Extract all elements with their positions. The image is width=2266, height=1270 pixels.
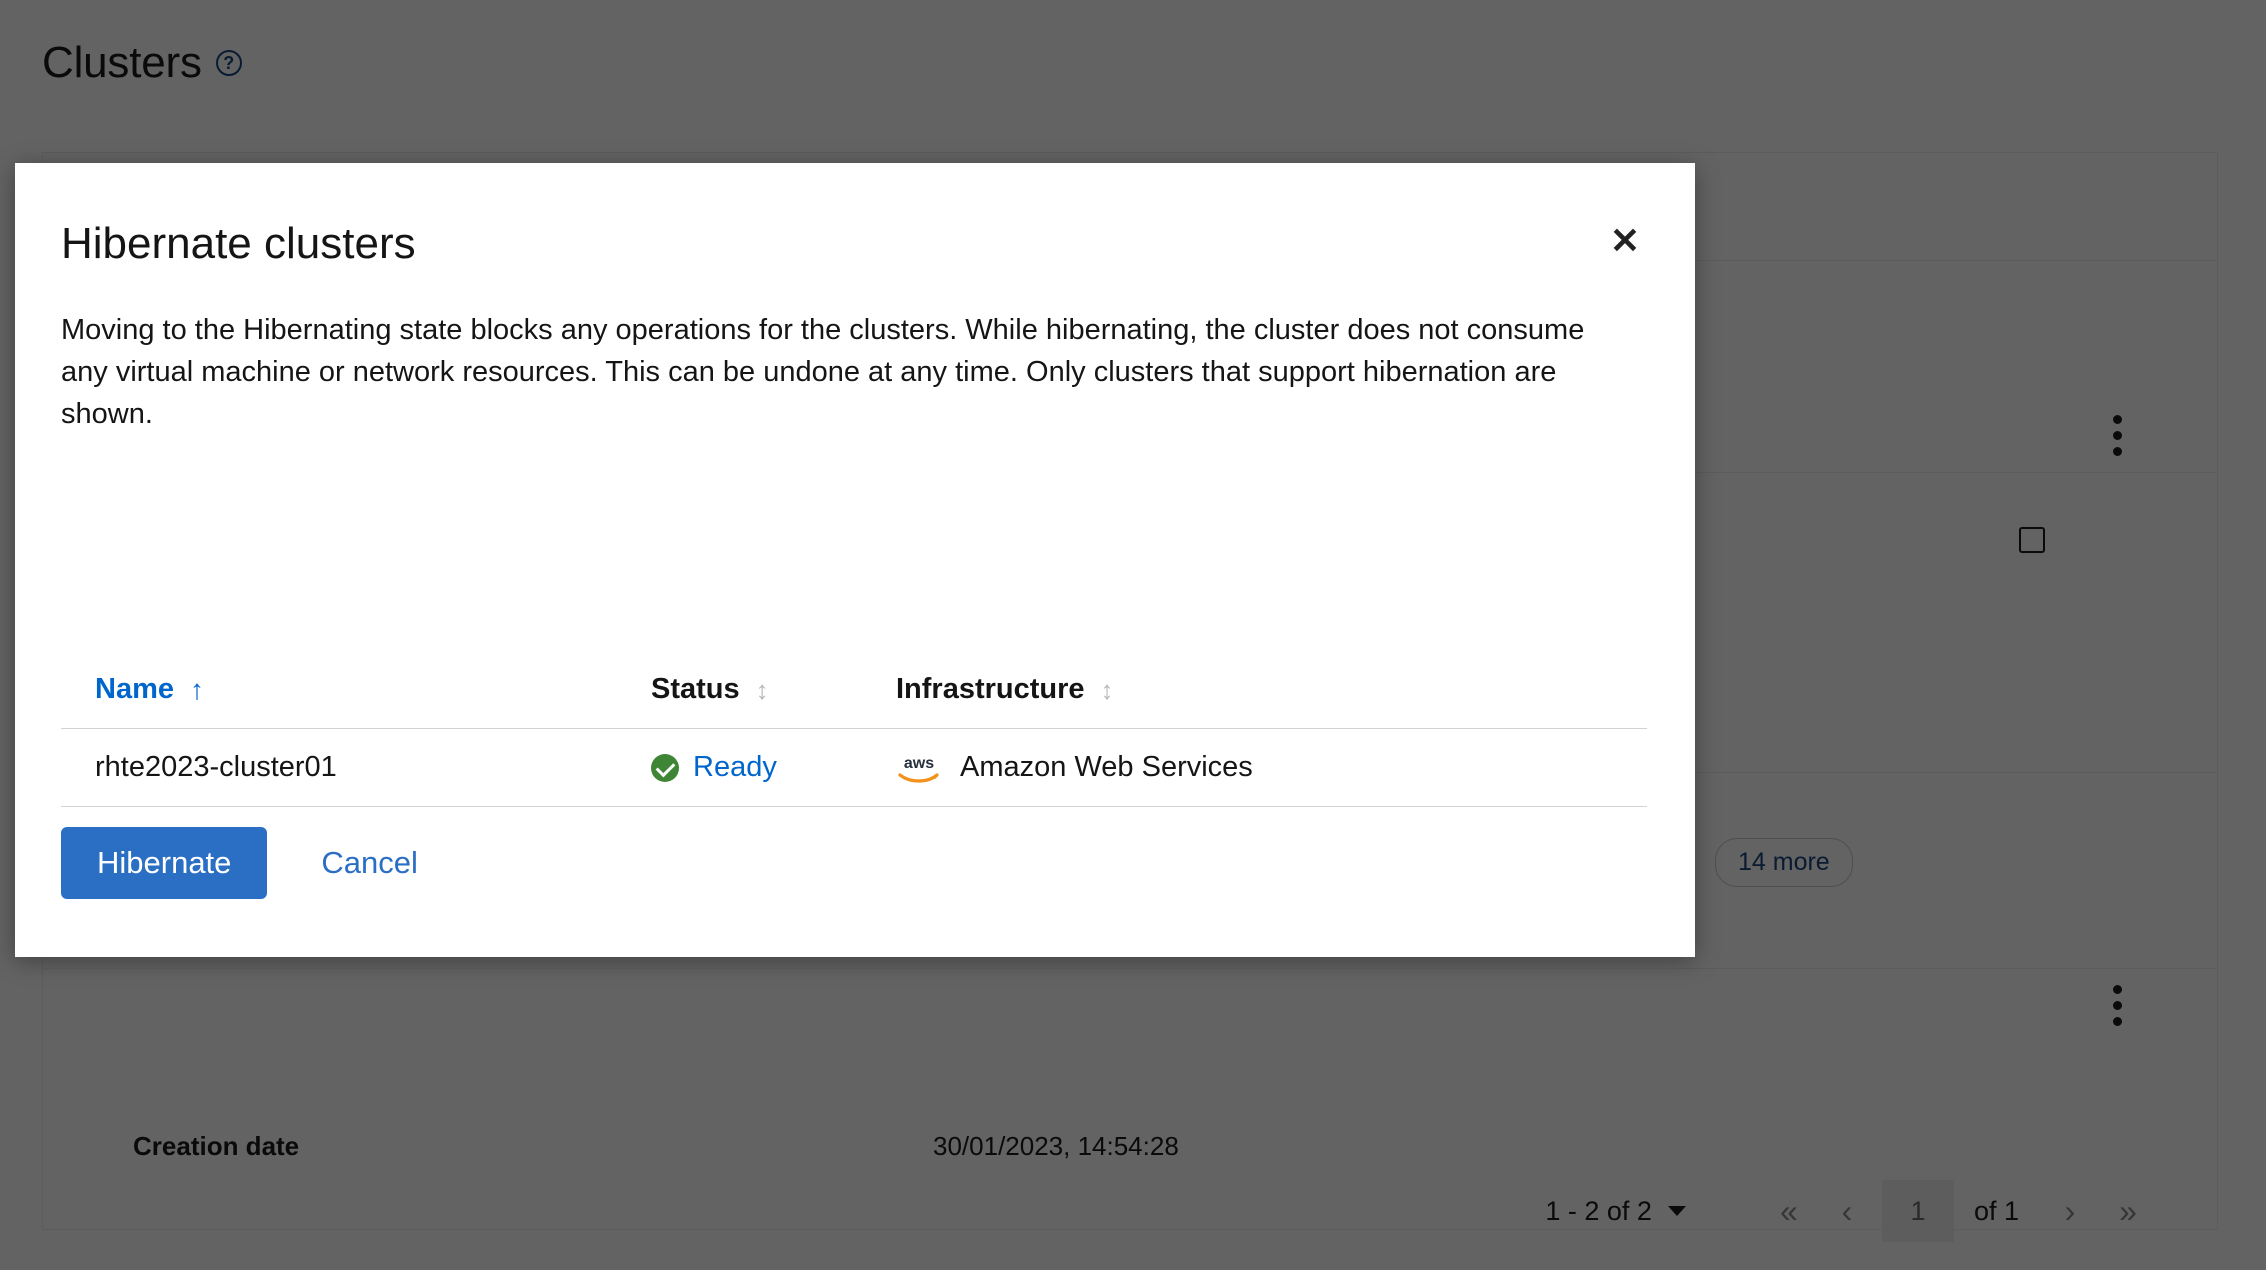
column-header-status-label: Status: [651, 673, 740, 705]
column-header-infrastructure-label: Infrastructure: [896, 673, 1085, 705]
hibernate-button[interactable]: Hibernate: [61, 827, 268, 899]
column-header-status[interactable]: Status ↕: [651, 673, 896, 706]
cell-cluster-name: rhte2023-cluster01: [95, 751, 337, 783]
check-circle-icon: [651, 753, 679, 782]
hibernation-clusters-table: Name ↑ Status ↕ Infrastructure ↕ rhte202…: [61, 673, 1647, 807]
table-header-row: Name ↑ Status ↕ Infrastructure ↕: [61, 673, 1647, 729]
infrastructure-label: Amazon Web Services: [960, 751, 1253, 783]
column-header-infrastructure[interactable]: Infrastructure ↕: [896, 673, 1326, 706]
modal-title: Hibernate clusters: [61, 219, 416, 268]
status-badge[interactable]: Ready: [693, 751, 777, 784]
cancel-button[interactable]: Cancel: [313, 827, 426, 899]
arrow-up-icon: ↑: [190, 673, 204, 705]
aws-logo-icon: aws: [896, 751, 942, 785]
hibernate-clusters-modal: Hibernate clusters ✕ Moving to the Hiber…: [15, 163, 1695, 957]
app-root: Clusters ? Creation date 30/01/2023, 14:…: [0, 0, 2266, 1270]
close-x-icon[interactable]: ✕: [1599, 215, 1651, 267]
modal-description: Moving to the Hibernating state blocks a…: [61, 314, 1585, 431]
modal-actions: Hibernate Cancel: [61, 827, 426, 899]
column-header-name[interactable]: Name ↑: [61, 673, 651, 706]
cell-status: Ready: [651, 751, 896, 784]
sort-updown-icon: ↕: [1100, 674, 1114, 705]
table-row[interactable]: rhte2023-cluster01 Ready aws Amazon Web …: [61, 729, 1647, 807]
column-header-name-label: Name: [95, 673, 174, 705]
svg-text:aws: aws: [904, 755, 934, 772]
sort-updown-icon: ↕: [755, 674, 769, 705]
cell-infrastructure: aws Amazon Web Services: [896, 751, 1326, 785]
